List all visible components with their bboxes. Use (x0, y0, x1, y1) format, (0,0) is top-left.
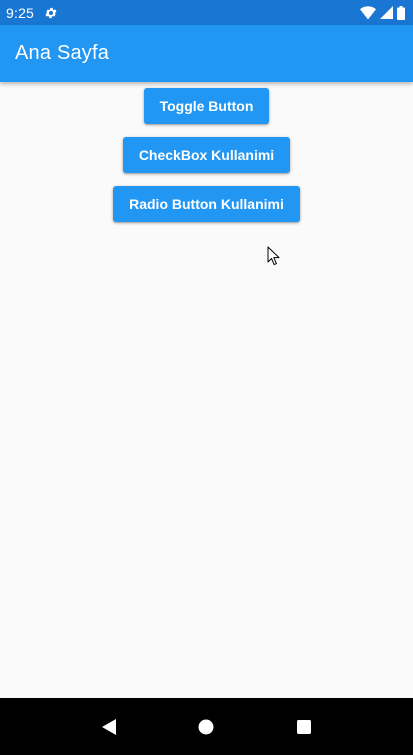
page-title: Ana Sayfa (15, 42, 110, 64)
main-content: Toggle Button CheckBox Kullanimi Radio B… (0, 82, 413, 698)
battery-icon (397, 5, 405, 20)
wifi-icon (360, 5, 376, 20)
home-icon[interactable] (191, 712, 221, 742)
status-time: 9:25 (6, 4, 35, 21)
toggle-button[interactable]: Toggle Button (143, 88, 270, 124)
navigation-bar (0, 698, 413, 755)
gear-icon (44, 6, 58, 20)
radio-button-button[interactable]: Radio Button Kullanimi (113, 186, 300, 222)
signal-icon (380, 6, 393, 19)
status-bar: 9:25 (0, 0, 413, 25)
app-bar: Ana Sayfa (0, 25, 413, 82)
checkbox-button[interactable]: CheckBox Kullanimi (122, 137, 291, 173)
back-icon[interactable] (94, 712, 124, 742)
recents-icon[interactable] (289, 712, 319, 742)
mouse-cursor-icon (267, 246, 281, 266)
status-indicators (360, 5, 405, 20)
